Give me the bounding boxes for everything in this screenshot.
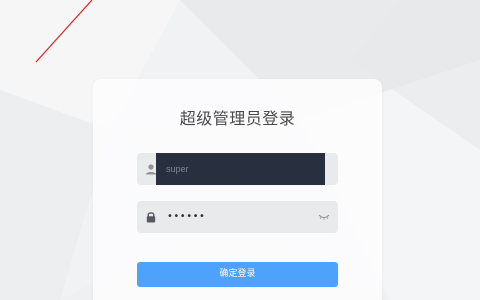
eye-closed-icon[interactable] <box>318 212 330 222</box>
login-title: 超级管理员登录 <box>179 109 296 128</box>
login-card: 超级管理员登录 super •••••• 确定登录 <box>93 79 382 300</box>
login-submit-button[interactable]: 确定登录 <box>137 262 338 287</box>
username-input[interactable]: super <box>156 153 325 185</box>
username-field[interactable]: super <box>137 153 338 185</box>
password-field[interactable]: •••••• <box>137 201 338 233</box>
password-input[interactable]: •••••• <box>167 201 205 233</box>
lock-icon <box>146 212 156 223</box>
